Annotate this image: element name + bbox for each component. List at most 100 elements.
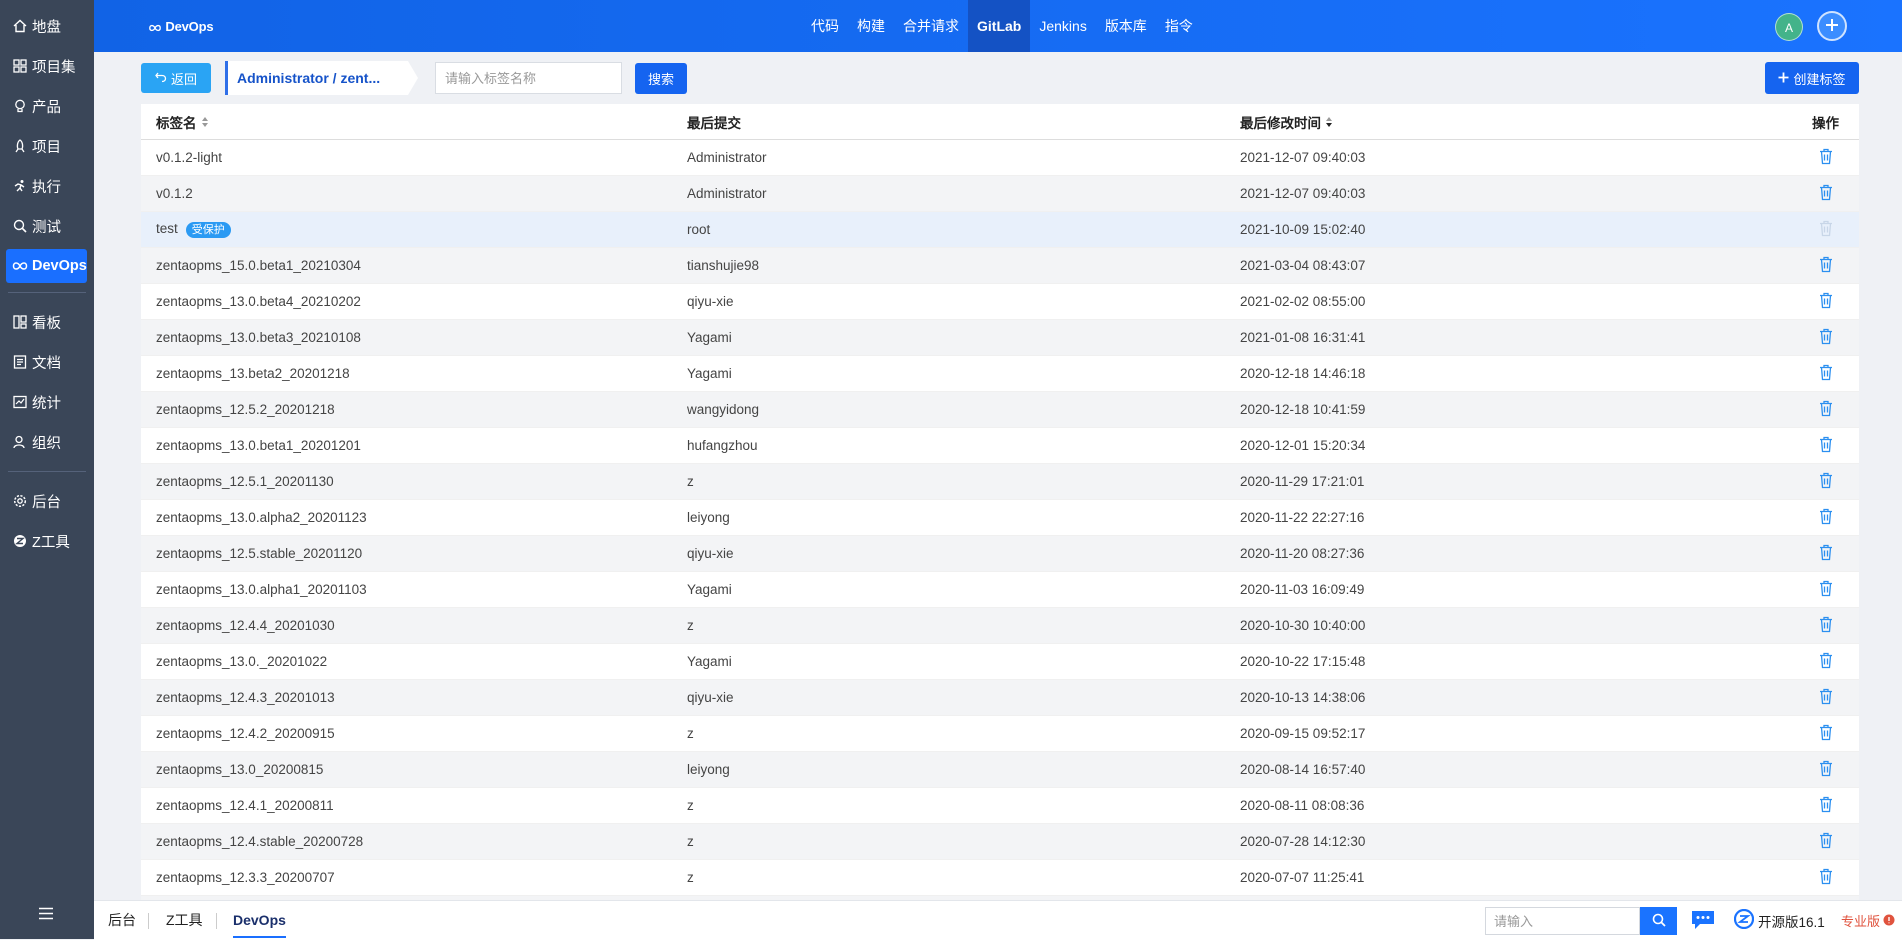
- cell-modified-time: 2021-01-08 16:31:41: [1240, 319, 1792, 356]
- tag-name: zentaopms_13.0._20201022: [156, 654, 328, 669]
- delete-tag-button[interactable]: [1792, 652, 1859, 672]
- delete-tag-button[interactable]: [1792, 580, 1859, 600]
- tag-name: zentaopms_13.0.beta1_20201201: [156, 438, 361, 453]
- cell-last-commit: Yagami: [687, 355, 1240, 392]
- cell-tag-name: zentaopms_13.0._20201022: [141, 643, 687, 680]
- delete-tag-button[interactable]: [1792, 508, 1859, 528]
- table-row: zentaopms_13.0_20200815 leiyong 2020-08-14…: [141, 751, 1859, 788]
- trash-icon: [1818, 400, 1834, 420]
- delete-tag-button[interactable]: [1792, 616, 1859, 636]
- tag-search-input[interactable]: [435, 62, 622, 94]
- cell-actions: [1792, 535, 1859, 572]
- sidebar-item-dashboard[interactable]: 地盘: [0, 6, 94, 46]
- delete-tag-button[interactable]: [1792, 436, 1859, 456]
- pro-edition-link[interactable]: 专业版: [1841, 901, 1895, 940]
- sidebar-item-label: 项目集: [32, 59, 76, 76]
- trash-icon: [1818, 652, 1834, 672]
- nav-item-instruction[interactable]: 指令: [1156, 0, 1202, 52]
- table-row: zentaopms_12.4.stable_20200728 z 2020-07-2…: [141, 823, 1859, 860]
- cell-tag-name: zentaopms_12.4.2_20200915: [141, 715, 687, 752]
- delete-tag-button[interactable]: [1792, 148, 1859, 168]
- delete-tag-button[interactable]: [1792, 184, 1859, 204]
- trash-icon: [1818, 472, 1834, 492]
- sidebar-item-doc[interactable]: 文档: [0, 342, 94, 382]
- user-avatar[interactable]: A: [1775, 13, 1803, 41]
- footer-search-button[interactable]: [1640, 907, 1677, 935]
- run-icon: [12, 178, 28, 194]
- cell-tag-name: zentaopms_12.4.3_20201013: [141, 679, 687, 716]
- delete-tag-button[interactable]: [1792, 760, 1859, 780]
- delete-tag-button[interactable]: [1792, 256, 1859, 276]
- cell-modified-time: 2020-11-22 22:27:16: [1240, 499, 1792, 536]
- delete-tag-button[interactable]: [1792, 364, 1859, 384]
- sidebar-item-kanban[interactable]: 看板: [0, 302, 94, 342]
- delete-tag-button[interactable]: [1792, 796, 1859, 816]
- delete-tag-button[interactable]: [1792, 832, 1859, 852]
- app-brand[interactable]: DevOps: [148, 19, 214, 34]
- sidebar-item-label: 测试: [32, 219, 61, 236]
- cell-last-commit: leiyong: [687, 499, 1240, 536]
- sidebar-item-project[interactable]: 项目: [0, 126, 94, 166]
- table-row: zentaopms_13.0.beta3_20210108 Yagami 2021-…: [141, 319, 1859, 356]
- nav-item-jenkins[interactable]: Jenkins: [1030, 0, 1095, 52]
- grid-icon: [12, 58, 28, 74]
- delete-tag-button[interactable]: [1792, 544, 1859, 564]
- breadcrumb[interactable]: Administrator / zent...: [225, 61, 408, 95]
- delete-tag-button[interactable]: [1792, 292, 1859, 312]
- cell-tag-name: zentaopms_12.3.3_20200707: [141, 859, 687, 896]
- version-info[interactable]: 开源版16.1: [1733, 901, 1825, 940]
- footer-link-admin[interactable]: 后台: [108, 901, 136, 940]
- sidebar-item-test[interactable]: 测试: [0, 206, 94, 246]
- delete-tag-button[interactable]: [1792, 400, 1859, 420]
- column-header-modified-time[interactable]: 最后修改时间: [1240, 104, 1792, 140]
- sidebar-item-program[interactable]: 项目集: [0, 46, 94, 86]
- cell-tag-name: zentaopms_12.4.4_20201030: [141, 607, 687, 644]
- chat-bubble-icon: [1690, 911, 1716, 934]
- trash-icon: [1818, 832, 1834, 852]
- back-button[interactable]: 返回: [141, 63, 211, 93]
- back-label: 返回: [170, 71, 197, 87]
- nav-item-build[interactable]: 构建: [848, 0, 894, 52]
- plus-icon: [1778, 71, 1793, 86]
- table-row: zentaopms_13.beta2_20201218 Yagami 2020-12…: [141, 355, 1859, 392]
- cell-modified-time: 2021-12-07 09:40:03: [1240, 139, 1792, 176]
- menu-toggle-button[interactable]: [38, 907, 54, 923]
- brand-label: DevOps: [165, 19, 214, 34]
- footer-link-devops[interactable]: DevOps: [233, 901, 286, 938]
- cell-modified-time: 2020-11-03 16:09:49: [1240, 571, 1792, 608]
- sidebar-item-product[interactable]: 产品: [0, 86, 94, 126]
- cell-modified-time: 2021-12-07 09:40:03: [1240, 175, 1792, 212]
- sidebar-item-ztool[interactable]: Z工具: [0, 521, 94, 561]
- cell-tag-name: v0.1.2-light: [141, 139, 687, 176]
- global-create-button[interactable]: [1817, 11, 1847, 41]
- footer-search-input[interactable]: [1485, 907, 1640, 935]
- nav-item-merge-request[interactable]: 合并请求: [894, 0, 968, 52]
- trash-icon: [1818, 364, 1834, 384]
- search-button[interactable]: 搜索: [635, 63, 687, 94]
- delete-tag-button[interactable]: [1792, 868, 1859, 888]
- tag-name: zentaopms_13.0.alpha1_20201103: [156, 582, 367, 597]
- nav-item-repo[interactable]: 版本库: [1096, 0, 1156, 52]
- table-row: zentaopms_13.0.alpha2_20201123 leiyong 202…: [141, 499, 1859, 536]
- delete-tag-button[interactable]: [1792, 688, 1859, 708]
- cell-modified-time: 2020-07-07 11:25:41: [1240, 859, 1792, 896]
- sidebar-item-report[interactable]: 统计: [0, 382, 94, 422]
- nav-item-code[interactable]: 代码: [802, 0, 848, 52]
- tag-name: zentaopms_12.4.2_20200915: [156, 726, 335, 741]
- sidebar-item-admin[interactable]: 后台: [0, 481, 94, 521]
- sidebar-item-company[interactable]: 组织: [0, 422, 94, 462]
- nav-item-gitlab[interactable]: GitLab: [968, 0, 1031, 52]
- delete-tag-button[interactable]: [1792, 472, 1859, 492]
- footer-link-ztool[interactable]: Z工具: [166, 901, 203, 940]
- delete-tag-button[interactable]: [1792, 724, 1859, 744]
- table-row: test 受保护 root 2021-10-09 15:02:40: [141, 211, 1859, 248]
- chat-button[interactable]: [1690, 909, 1716, 934]
- trash-icon: [1818, 616, 1834, 636]
- sidebar-item-devops[interactable]: DevOps: [6, 249, 87, 283]
- delete-tag-button[interactable]: [1792, 328, 1859, 348]
- cell-last-commit: z: [687, 715, 1240, 752]
- sidebar-divider: [8, 292, 86, 293]
- sidebar-item-execution[interactable]: 执行: [0, 166, 94, 206]
- column-header-tag-name[interactable]: 标签名: [141, 104, 687, 140]
- create-tag-button[interactable]: 创建标签: [1765, 62, 1859, 94]
